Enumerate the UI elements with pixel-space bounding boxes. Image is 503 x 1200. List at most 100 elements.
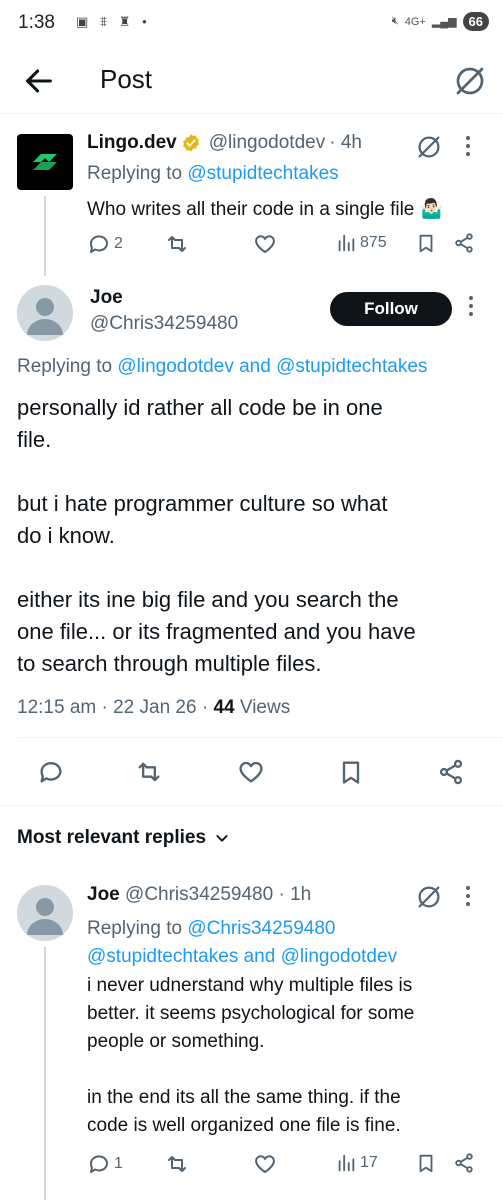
repost-button[interactable] — [135, 758, 163, 786]
share-icon — [439, 759, 463, 785]
avatar-joe[interactable] — [17, 285, 73, 341]
views-label: Views — [239, 697, 291, 718]
notification-icons: ▣ ⩨ ♜ • — [76, 14, 151, 29]
grok-button[interactable] — [414, 132, 444, 162]
views-button[interactable]: 875 — [335, 232, 387, 254]
author-name: Lingo.dev — [87, 132, 177, 153]
bookmark-button[interactable] — [415, 232, 437, 254]
avatar-lingodev[interactable] — [17, 134, 73, 190]
grok-button[interactable] — [414, 882, 444, 912]
status-right-icons: 🔇︎ 4G+ ▂▄▆ 66 — [392, 12, 489, 31]
network-label: 4G+ — [404, 15, 426, 28]
thread-line — [44, 196, 46, 276]
follow-button[interactable]: Follow — [330, 292, 452, 326]
sort-label: Most relevant replies — [17, 827, 207, 848]
mention-link[interactable]: @stupidtechtakes — [276, 356, 427, 377]
tweet2-action-bar — [17, 752, 487, 790]
views-button[interactable]: 17 — [335, 1152, 378, 1174]
more-options-icon[interactable] — [466, 886, 474, 910]
heart-icon — [255, 235, 275, 253]
text-line: do i know. — [17, 523, 115, 548]
grok-button[interactable] — [452, 63, 488, 99]
view-count: 17 — [360, 1154, 378, 1171]
divider — [17, 737, 503, 738]
reply-sort-dropdown[interactable]: Most relevant replies — [17, 827, 230, 849]
mention-link[interactable]: @stupidtechtakes — [87, 946, 238, 967]
text-line: better. it seems psychological for some — [87, 1003, 415, 1024]
text-line: but i hate programmer culture so what — [17, 491, 388, 516]
tweet-time: · 4h — [329, 132, 362, 153]
chevron-down-icon — [216, 835, 228, 842]
like-button[interactable] — [237, 758, 265, 786]
status-bar: 1:38 ▣ ⩨ ♜ • 🔇︎ 4G+ ▂▄▆ 66 — [0, 0, 503, 50]
tweet3-author[interactable]: Joe @Chris34259480 · 1h — [87, 884, 311, 906]
reply-button[interactable] — [37, 758, 65, 786]
share-button[interactable] — [453, 1152, 475, 1174]
mention-link[interactable]: @lingodotdev — [117, 356, 233, 377]
share-button[interactable] — [453, 232, 475, 254]
text-line: file. — [17, 427, 52, 452]
repost-icon — [168, 1156, 186, 1172]
repost-icon — [138, 762, 160, 782]
tweet1-text: Who writes all their code in a single fi… — [87, 199, 444, 220]
reply-count: 1 — [114, 1155, 123, 1172]
tweet2-author-handle[interactable]: @Chris34259480 — [90, 313, 238, 335]
mention-link[interactable]: @Chris34259480 — [187, 918, 335, 939]
like-button[interactable] — [253, 232, 277, 256]
more-options-icon[interactable] — [469, 296, 477, 320]
battery-badge: 66 — [462, 12, 489, 31]
arrow-left-icon — [26, 69, 52, 93]
top-app-bar: Post — [0, 50, 503, 114]
tweet2-author-name[interactable]: Joe — [90, 287, 123, 309]
reply-icon — [89, 1155, 108, 1173]
tweet-time: · 1h — [278, 884, 312, 905]
text-line: either its ine big file and you search t… — [17, 587, 399, 612]
text-line: to search through multiple files. — [17, 651, 322, 676]
text-line: one file... or its fragmented and you ha… — [17, 619, 416, 644]
replying-prefix: Replying to — [17, 356, 113, 377]
text-line: code is well organized one file is fine. — [87, 1115, 401, 1136]
share-icon — [455, 1153, 473, 1173]
status-time: 1:38 — [18, 12, 55, 33]
back-button[interactable] — [22, 64, 56, 98]
heart-icon — [239, 761, 263, 783]
like-button[interactable] — [253, 1152, 277, 1176]
views-icon — [338, 1154, 355, 1172]
tweet2-meta: 12:15 am · 22 Jan 26 · 44 Views — [17, 697, 290, 719]
author-handle: @Chris34259480 — [125, 884, 274, 905]
default-avatar-icon — [17, 285, 73, 341]
tweet1-author[interactable]: Lingo.dev @lingodotdev · 4h — [87, 132, 362, 154]
reply-button[interactable]: 1 — [87, 1152, 123, 1176]
bookmark-icon — [342, 761, 360, 784]
grok-icon — [418, 136, 440, 158]
signal-icon: ▂▄▆ — [431, 16, 457, 28]
repost-button[interactable] — [165, 1152, 189, 1176]
bookmark-icon — [419, 1154, 433, 1173]
views-icon — [338, 234, 355, 252]
bookmark-button[interactable] — [337, 758, 365, 786]
reply-icon — [89, 235, 108, 253]
page-title: Post — [100, 64, 153, 94]
more-options-icon[interactable] — [466, 136, 474, 160]
replying-to: Replying to @stupidtechtakes — [87, 163, 339, 185]
share-button[interactable] — [437, 758, 465, 786]
view-count: 875 — [360, 234, 387, 251]
mention-link[interactable]: @lingodotdev — [281, 946, 397, 967]
reply-button[interactable]: 2 — [87, 232, 123, 256]
heart-icon — [255, 1155, 275, 1173]
text-line: people or something. — [87, 1031, 265, 1052]
replying-to: Replying to @lingodotdev and @stupidtech… — [17, 356, 427, 378]
avatar-joe[interactable] — [17, 885, 73, 941]
reply-icon — [40, 762, 62, 783]
thread-line — [44, 947, 46, 1200]
text-line: personally id rather all code be in one — [17, 395, 383, 420]
grok-icon — [456, 67, 484, 95]
tweet3-action-bar: 1 17 — [87, 1152, 487, 1176]
default-avatar-icon — [17, 885, 73, 941]
bookmark-button[interactable] — [415, 1152, 437, 1174]
tweet1-action-bar: 2 875 — [87, 232, 487, 256]
mention-link[interactable]: @stupidtechtakes — [187, 163, 338, 184]
repost-button[interactable] — [165, 232, 189, 256]
lingo-logo-icon — [33, 154, 57, 170]
tweet3-text: i never udnerstand why multiple files is… — [87, 972, 487, 1140]
